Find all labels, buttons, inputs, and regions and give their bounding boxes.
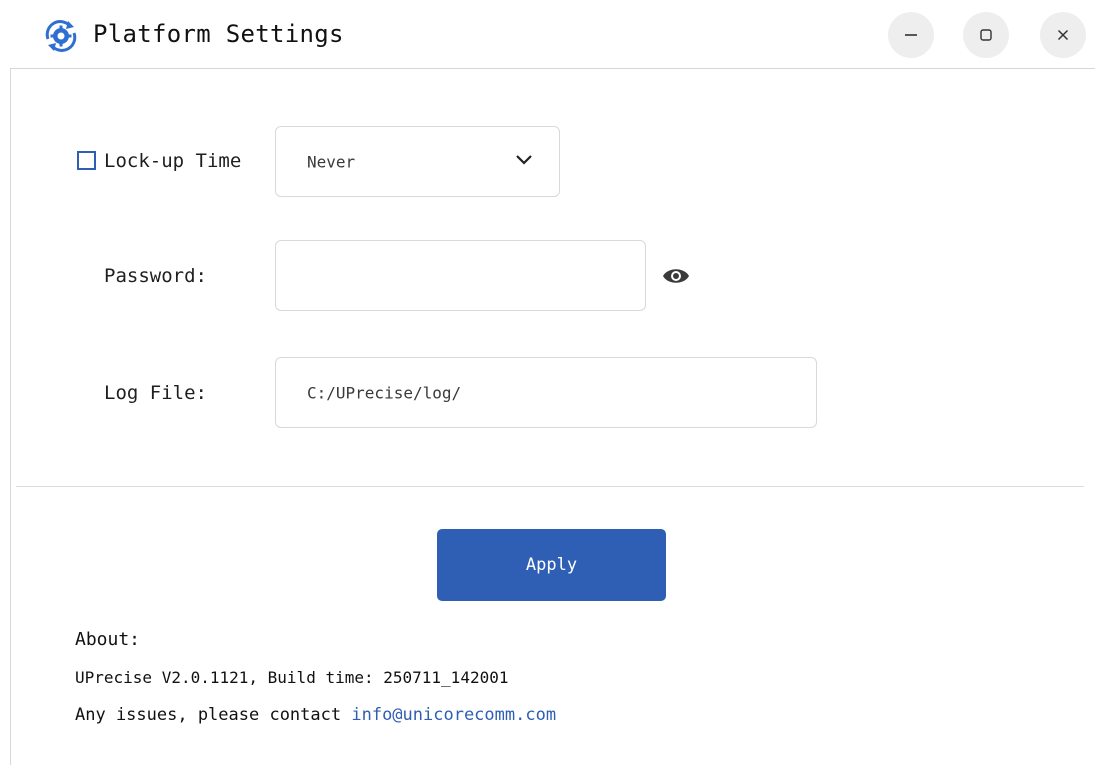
lockup-time-checkbox[interactable] <box>77 151 96 170</box>
contact-line: Any issues, please contact info@unicorec… <box>75 705 556 725</box>
close-button[interactable] <box>1040 12 1086 58</box>
lockup-time-label: Lock-up Time <box>104 150 242 172</box>
title-bar: Platform Settings <box>0 0 1095 68</box>
version-info: UPrecise V2.0.1121, Build time: 250711_1… <box>75 668 509 687</box>
log-file-label: Log File: <box>104 382 207 404</box>
maximize-button[interactable] <box>963 12 1009 58</box>
window-title: Platform Settings <box>93 20 344 48</box>
contact-prefix: Any issues, please contact <box>75 705 342 725</box>
apply-button[interactable]: Apply <box>437 529 666 601</box>
minimize-icon <box>905 34 917 36</box>
eye-icon[interactable] <box>662 266 690 286</box>
settings-gear-icon <box>45 20 77 52</box>
content-border-left <box>10 68 11 765</box>
maximize-icon <box>980 29 992 41</box>
log-file-value: C:/UPrecise/log/ <box>307 383 462 402</box>
content-border-top <box>10 68 1095 69</box>
password-input[interactable] <box>276 241 645 310</box>
password-label: Password: <box>104 265 207 287</box>
minimize-button[interactable] <box>888 12 934 58</box>
lockup-time-value: Never <box>307 152 356 171</box>
chevron-down-icon <box>516 155 532 165</box>
about-heading: About: <box>75 629 141 650</box>
contact-email-link[interactable]: info@unicorecomm.com <box>351 705 556 725</box>
lockup-time-select[interactable]: Never <box>275 126 560 197</box>
close-icon <box>1057 29 1069 41</box>
log-file-input[interactable]: C:/UPrecise/log/ <box>275 357 817 428</box>
password-field-box <box>275 240 646 311</box>
section-divider <box>16 486 1084 487</box>
